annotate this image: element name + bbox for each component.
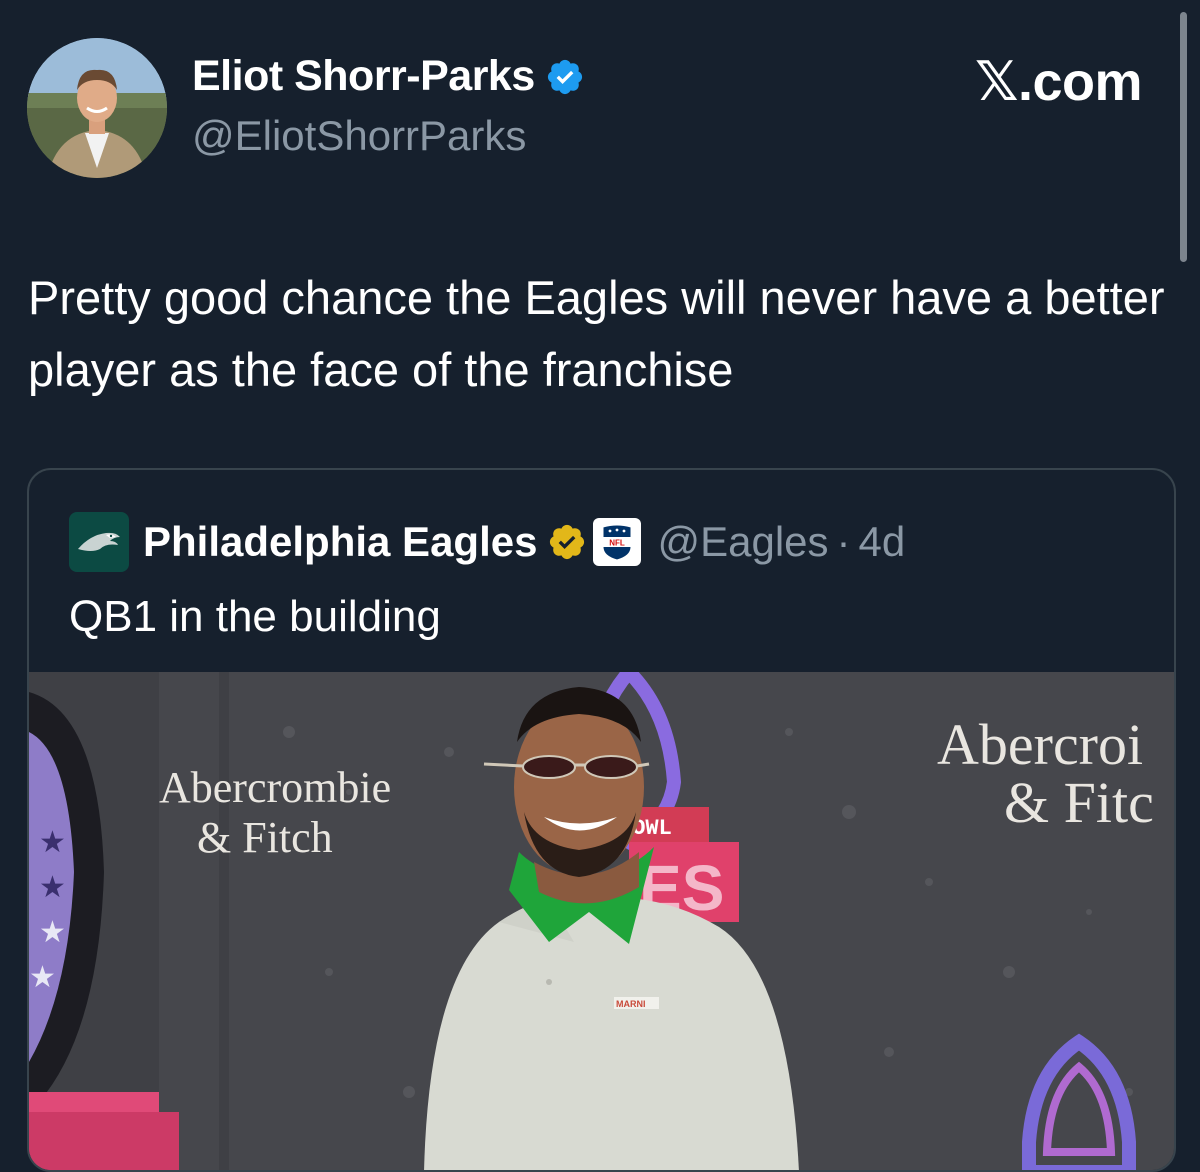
- banner-left-line1: Abercrombie: [159, 763, 391, 812]
- x-com-watermark: 𝕏.com: [974, 52, 1143, 112]
- blue-verified-badge-icon: [547, 59, 582, 94]
- author-name-row: Eliot Shorr-Parks: [192, 52, 585, 101]
- svg-text:★: ★: [39, 871, 66, 904]
- banner-right-line2: & Fitc: [1004, 770, 1154, 835]
- quoted-tweet-card[interactable]: Philadelphia Eagles NFL @Eagles · 4d QB1…: [27, 468, 1176, 1172]
- author-display-name[interactable]: Eliot Shorr-Parks: [192, 52, 535, 101]
- author-handle[interactable]: @EliotShorrParks: [192, 112, 526, 160]
- quoted-tweet-text: QB1 in the building: [69, 592, 441, 641]
- scrollbar[interactable]: [1180, 12, 1187, 262]
- tweet-text: Pretty good chance the Eagles will never…: [28, 271, 1165, 396]
- svg-text:★: ★: [39, 826, 66, 859]
- shirt-label: MARNI: [616, 999, 646, 1009]
- author-avatar[interactable]: [27, 38, 167, 178]
- quoted-timestamp[interactable]: 4d: [859, 518, 906, 566]
- svg-text:★: ★: [39, 916, 66, 949]
- svg-text:NFL: NFL: [610, 539, 626, 548]
- tweet-header: Eliot Shorr-Parks @EliotShorrParks 𝕏.com: [0, 0, 1200, 262]
- quoted-handle[interactable]: @Eagles: [657, 518, 828, 566]
- eagles-avatar[interactable]: [69, 512, 129, 572]
- banner-left-line2: & Fitch: [197, 813, 333, 862]
- nfl-affiliate-badge-icon[interactable]: NFL: [593, 518, 642, 566]
- eagle-logo-icon: [78, 532, 120, 551]
- svg-text:★: ★: [29, 961, 56, 994]
- quoted-tweet-photo[interactable]: ★ ★ ★ ★ Abercrombie & Fitch BOWL ES Aber…: [29, 672, 1174, 1170]
- author-avatar-image: [27, 38, 167, 178]
- dot-separator: ·: [836, 518, 851, 565]
- gold-verified-badge-icon: [550, 524, 585, 560]
- quoted-display-name[interactable]: Philadelphia Eagles: [143, 518, 537, 566]
- quoted-tweet-header: Philadelphia Eagles NFL @Eagles · 4d: [69, 512, 905, 572]
- photo-scene: ★ ★ ★ ★ Abercrombie & Fitch BOWL ES Aber…: [29, 672, 1174, 1170]
- banner-right-line1: Abercroi: [937, 712, 1143, 777]
